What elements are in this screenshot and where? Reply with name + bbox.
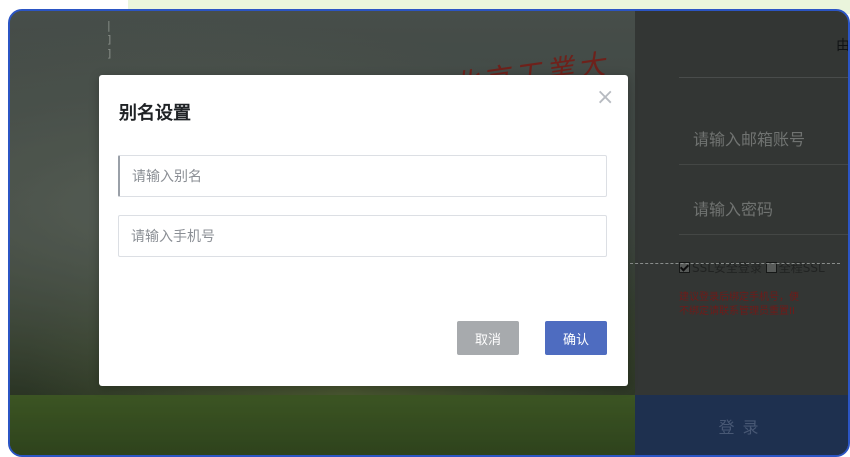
dialog-title: 别名设置 bbox=[119, 103, 191, 124]
alias-settings-dialog: 别名设置 × 取消 确认 bbox=[99, 75, 628, 386]
confirm-button[interactable]: 确认 bbox=[545, 321, 607, 355]
cancel-button[interactable]: 取消 bbox=[457, 321, 519, 355]
phone-input[interactable] bbox=[118, 215, 607, 257]
dashed-divider bbox=[625, 263, 840, 264]
alias-input[interactable] bbox=[118, 155, 607, 197]
close-icon[interactable]: × bbox=[596, 87, 614, 109]
